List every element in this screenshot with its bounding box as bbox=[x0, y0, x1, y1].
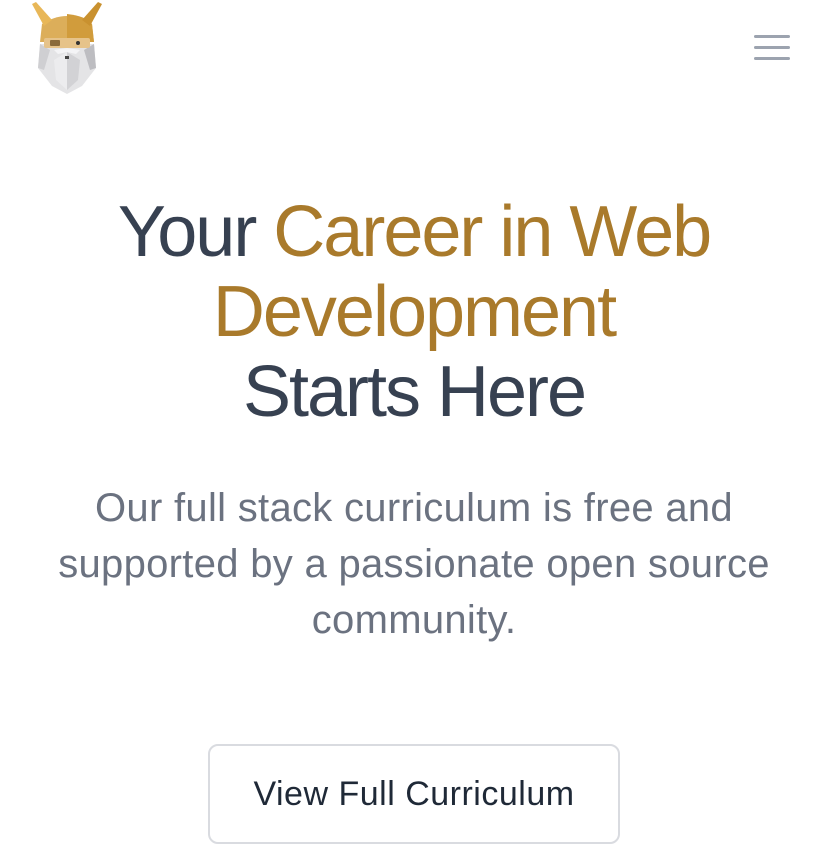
page: Your Career in Web Development Starts He… bbox=[0, 0, 828, 845]
hero-headline: Your Career in Web Development Starts He… bbox=[0, 192, 828, 432]
headline-ending: Starts Here bbox=[242, 352, 587, 432]
logo-graphic bbox=[32, 2, 102, 94]
headline-accent-line1: Career in Web bbox=[273, 192, 712, 272]
hamburger-menu-icon[interactable] bbox=[748, 30, 796, 66]
menu-lines bbox=[754, 35, 790, 60]
headline-intro: Your bbox=[117, 192, 274, 272]
hero-section: Your Career in Web Development Starts He… bbox=[0, 192, 828, 432]
viking-head-logo-icon[interactable] bbox=[30, 0, 104, 96]
hero-subtitle: Our full stack curriculum is free and su… bbox=[58, 486, 770, 642]
view-full-curriculum-button[interactable]: View Full Curriculum bbox=[208, 744, 620, 844]
headline-accent-line2: Development bbox=[212, 272, 617, 352]
